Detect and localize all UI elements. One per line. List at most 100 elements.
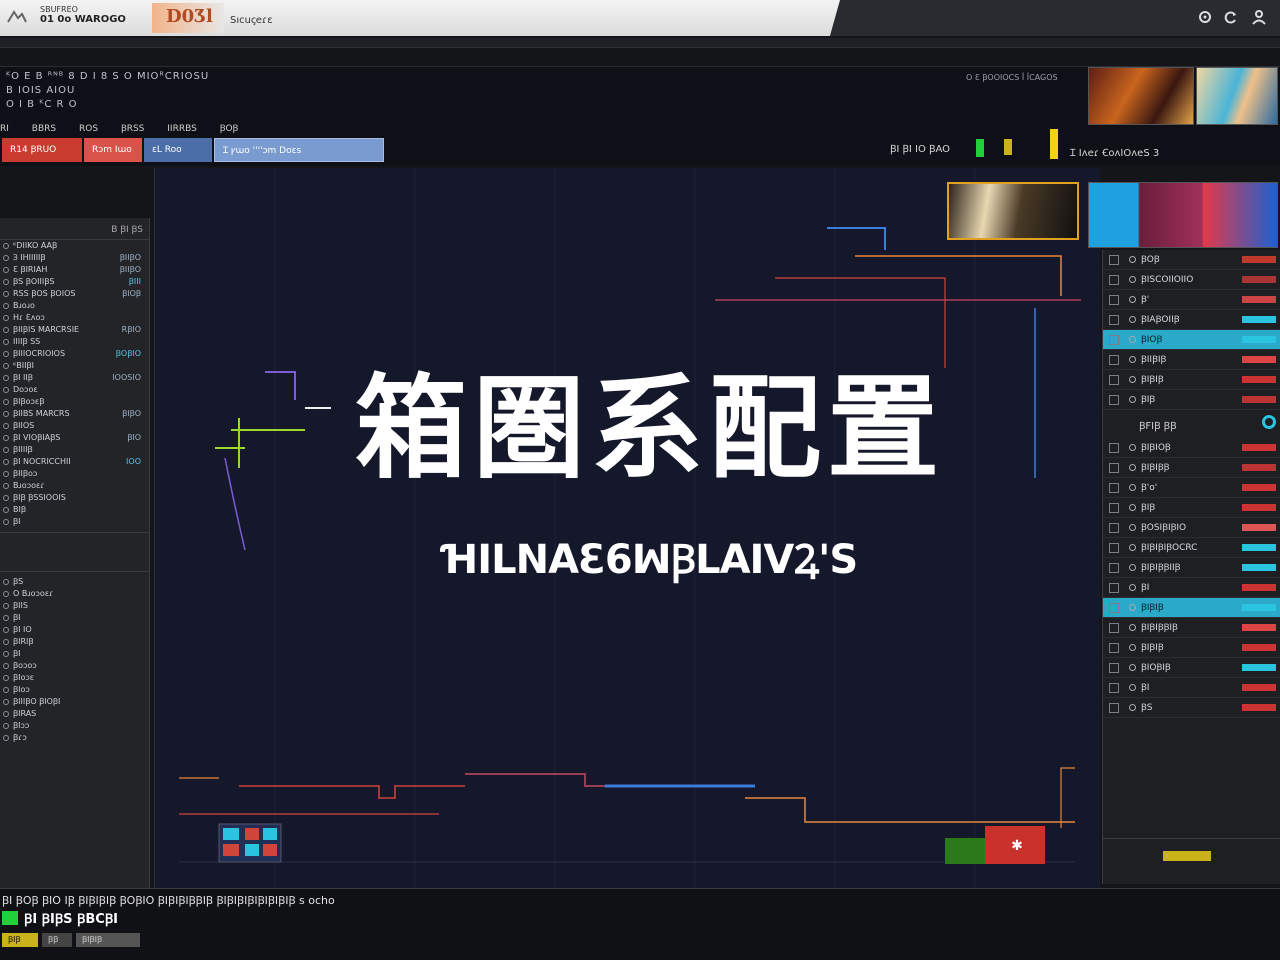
list-item[interactable]: Hɾ Ɛʌoɔ — [0, 312, 149, 324]
property-row[interactable]: ꞴOꞴ — [1103, 250, 1280, 270]
list-item[interactable]: ꞴI VIOꞴIAꞴS ꞴIO — [0, 432, 149, 444]
radio-icon[interactable] — [1129, 356, 1136, 363]
checkbox[interactable] — [1109, 395, 1119, 405]
color-swatch[interactable] — [1242, 664, 1276, 671]
menu-item[interactable]: ꞴOꞴ — [220, 124, 239, 134]
list-item[interactable]: ꞴIoɔ — [0, 684, 149, 696]
list-item[interactable]: ᴷBIIꞴI — [0, 360, 149, 372]
radio-icon[interactable] — [1129, 256, 1136, 263]
menu-item[interactable]: ROS — [79, 124, 98, 134]
radio-icon[interactable] — [1129, 316, 1136, 323]
checkbox[interactable] — [1109, 375, 1119, 385]
radio-icon[interactable] — [3, 267, 9, 273]
radio-icon[interactable] — [1129, 504, 1136, 511]
color-swatch[interactable] — [1242, 684, 1276, 691]
checkbox[interactable] — [1109, 623, 1119, 633]
checkbox[interactable] — [1109, 563, 1119, 573]
color-swatch[interactable] — [1242, 504, 1276, 511]
radio-icon[interactable] — [3, 507, 9, 513]
list-item[interactable]: ꞴI IIꞴ IOOSIO — [0, 372, 149, 384]
color-swatch[interactable] — [1242, 564, 1276, 571]
radio-icon[interactable] — [3, 351, 9, 357]
list-item[interactable]: Ɜ IHIIIIIꞴ ꞴIIꞴO — [0, 252, 149, 264]
radio-icon[interactable] — [3, 711, 9, 717]
radio-icon[interactable] — [3, 639, 9, 645]
preview-image[interactable] — [1088, 182, 1278, 248]
list-item[interactable]: Bɹoɔoɛɾ — [0, 480, 149, 492]
checkbox[interactable] — [1109, 315, 1119, 325]
property-row[interactable]: ꞴIꞴ — [1103, 390, 1280, 410]
color-swatch[interactable] — [1242, 524, 1276, 531]
color-swatch[interactable] — [1242, 356, 1276, 363]
tab-3[interactable]: ɛL Roo — [144, 138, 212, 162]
radio-icon[interactable] — [3, 603, 9, 609]
color-swatch[interactable] — [1242, 376, 1276, 383]
radio-icon[interactable] — [3, 255, 9, 261]
menu-item[interactable]: RI — [0, 124, 9, 134]
radio-icon[interactable] — [3, 723, 9, 729]
radio-icon[interactable] — [3, 495, 9, 501]
color-swatch[interactable] — [1242, 256, 1276, 263]
radio-icon[interactable] — [3, 327, 9, 333]
thumbnail-image[interactable] — [1088, 67, 1194, 125]
list-item[interactable]: ꞴIRAS — [0, 708, 149, 720]
color-swatch[interactable] — [1242, 296, 1276, 303]
node-canvas[interactable]: ✱ — [154, 168, 1100, 888]
radio-icon[interactable] — [1129, 604, 1136, 611]
image-node[interactable] — [947, 182, 1079, 240]
tab-2[interactable]: Rɔm Iɯo — [84, 138, 142, 162]
property-row[interactable]: ꞴIꞴIꞴIꞴOCRC — [1103, 538, 1280, 558]
list-item[interactable]: ꞴI — [0, 516, 149, 528]
radio-icon[interactable] — [3, 303, 9, 309]
list-item[interactable]: ꞴIRIꞴ — [0, 636, 149, 648]
property-row[interactable]: ꞴIꞴIꞴ — [1103, 638, 1280, 658]
radio-icon[interactable] — [3, 687, 9, 693]
list-item[interactable]: ꞴIIIIꞴ — [0, 444, 149, 456]
checkbox[interactable] — [1109, 663, 1119, 673]
radio-icon[interactable] — [3, 339, 9, 345]
menu-item[interactable]: BBRS — [32, 124, 56, 134]
property-row[interactable]: ꞴIOꞴ — [1103, 330, 1280, 350]
menu-item[interactable]: ꞴRSS — [121, 124, 144, 134]
list-item[interactable]: ꞴIoɔɛ — [0, 672, 149, 684]
property-row[interactable]: ꞴIꞴ — [1103, 498, 1280, 518]
checkbox[interactable] — [1109, 703, 1119, 713]
radio-icon[interactable] — [3, 699, 9, 705]
list-item[interactable]: Ꞵoɔoɔ — [0, 660, 149, 672]
tab-1[interactable]: R14 ꞴRUO — [2, 138, 82, 162]
property-row[interactable]: ꞴIꞴIOꞴ — [1103, 438, 1280, 458]
list-item[interactable]: ꞴI NOCRICCHII IOO — [0, 456, 149, 468]
radio-icon[interactable] — [3, 243, 9, 249]
property-row[interactable]: ꞴIAꞴOIIꞴ — [1103, 310, 1280, 330]
user-icon[interactable] — [1250, 9, 1268, 27]
tab-4[interactable]: Ɪ ꝩɯo ꞌꞌꞌꞌɔm Doɛs — [214, 138, 384, 162]
list-item[interactable]: ꞴI — [0, 648, 149, 660]
list-item[interactable]: ꞴI IO — [0, 624, 149, 636]
app-icon[interactable] — [6, 8, 28, 26]
radio-icon[interactable] — [1129, 336, 1136, 343]
color-swatch[interactable] — [1242, 644, 1276, 651]
list-item[interactable]: ꞴS ꞴOIIIꞴS ꞴIII — [0, 276, 149, 288]
list-item[interactable]: RSS ꞴOS ꞴOIOS ꞴIOꞴ — [0, 288, 149, 300]
list-item[interactable]: ꞴIIIOCRIOIOS ꞴOꞴIO — [0, 348, 149, 360]
radio-icon[interactable] — [1129, 464, 1136, 471]
color-swatch[interactable] — [1242, 336, 1276, 343]
refresh-icon[interactable] — [1222, 9, 1240, 27]
menu-item[interactable]: IIRRBS — [167, 124, 197, 134]
list-item[interactable]: ꞴIIOS — [0, 420, 149, 432]
color-swatch[interactable] — [1242, 316, 1276, 323]
checkbox[interactable] — [1109, 255, 1119, 265]
property-row[interactable]: Ꞵꞌoꞌ — [1103, 478, 1280, 498]
checkbox[interactable] — [1109, 295, 1119, 305]
radio-icon[interactable] — [3, 591, 9, 597]
list-item[interactable]: ꞴIIBS MARCRS ꞴIꞴO — [0, 408, 149, 420]
radio-icon[interactable] — [1129, 584, 1136, 591]
property-row[interactable]: ꞴIIꞴIꞴ — [1103, 350, 1280, 370]
list-item[interactable]: IIIIꞴ SS — [0, 336, 149, 348]
list-item[interactable]: Ɛ ꞴIRIAH ꞴIIꞴO — [0, 264, 149, 276]
radio-icon[interactable] — [1129, 376, 1136, 383]
property-row[interactable]: ꞴISCOIIOIIO — [1103, 270, 1280, 290]
checkbox[interactable] — [1109, 483, 1119, 493]
color-swatch[interactable] — [1242, 704, 1276, 711]
title-menu[interactable]: Sıcuꞔeɾε — [230, 12, 273, 26]
